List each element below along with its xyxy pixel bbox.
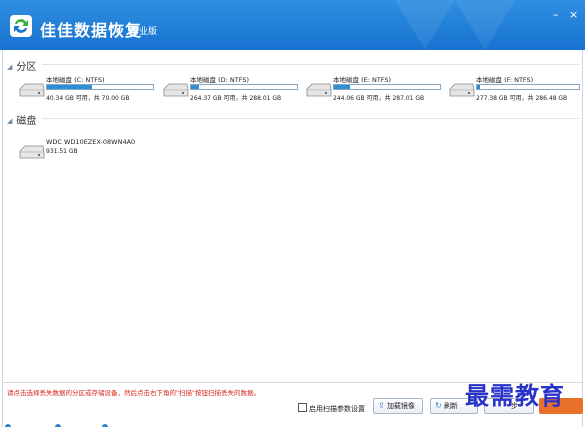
- title-bar: 佳佳数据恢复 专业版 – ×: [0, 0, 585, 50]
- disks-section-title: 磁盘: [16, 116, 37, 127]
- hard-drive-icon: [19, 145, 45, 159]
- partition-label: 本地磁盘 (C: NTFS): [46, 76, 105, 84]
- load-image-label: 加载镜像: [386, 402, 415, 410]
- hard-drive-icon: [163, 83, 189, 97]
- partition-e[interactable]: 本地磁盘 (E: NTFS) 244.06 GB 可用，共 287.01 GB: [305, 74, 455, 108]
- close-button[interactable]: ×: [569, 9, 578, 20]
- partition-label: 本地磁盘 (D: NTFS): [190, 76, 249, 84]
- partition-capacity: 244.06 GB 可用，共 287.01 GB: [333, 95, 425, 102]
- collapse-arrow-icon[interactable]: ◢: [7, 117, 12, 125]
- titlebar-decoration: [395, 0, 455, 50]
- usage-bar: [333, 84, 441, 90]
- usage-bar-fill: [334, 85, 350, 89]
- refresh-icon: ↻: [435, 401, 442, 410]
- usage-bar: [46, 84, 154, 90]
- disk-wdc[interactable]: WDC WD10EZEX-08WN4A0 931.51 GB: [18, 136, 168, 170]
- titlebar-decoration: [455, 0, 515, 50]
- status-strip: [5, 424, 108, 427]
- instruction-hint: 请点击选择丢失数据的分区或存储设备，然后点击右下角的"扫描"按钮扫描丢失的数据。: [7, 389, 260, 397]
- partition-f[interactable]: 本地磁盘 (F: NTFS) 277.38 GB 可用，共 286.48 GB: [448, 74, 584, 108]
- app-title: 佳佳数据恢复: [40, 21, 143, 40]
- hard-drive-icon: [449, 83, 475, 97]
- upload-icon: ⇪: [378, 401, 385, 410]
- watermark: 最需教育: [465, 381, 565, 410]
- partition-capacity: 277.38 GB 可用，共 286.48 GB: [476, 95, 568, 102]
- usage-bar-fill: [477, 85, 481, 89]
- disk-capacity: 931.51 GB: [46, 148, 78, 155]
- partition-label: 本地磁盘 (F: NTFS): [476, 76, 534, 84]
- usage-bar-fill: [191, 85, 200, 89]
- minimize-button[interactable]: –: [553, 9, 559, 20]
- scan-settings-checkbox[interactable]: 启用扫描参数设置: [298, 403, 365, 414]
- partition-label: 本地磁盘 (E: NTFS): [333, 76, 392, 84]
- partition-d[interactable]: 本地磁盘 (D: NTFS) 264.37 GB 可用，共 288.01 GB: [162, 74, 312, 108]
- usage-bar-fill: [47, 85, 92, 89]
- section-divider: [42, 64, 580, 65]
- partition-c[interactable]: 本地磁盘 (C: NTFS) 40.34 GB 可用，共 70.00 GB: [18, 74, 168, 108]
- usage-bar: [476, 84, 580, 90]
- disks-section-header[interactable]: ◢ 磁盘: [7, 112, 36, 127]
- section-divider: [42, 118, 580, 119]
- usage-bar: [190, 84, 298, 90]
- edition-label: 专业版: [130, 27, 158, 37]
- partitions-section-title: 分区: [16, 62, 37, 73]
- load-image-button[interactable]: ⇪ 加载镜像: [373, 398, 423, 414]
- partition-capacity: 264.37 GB 可用，共 288.01 GB: [190, 95, 282, 102]
- checkbox-box[interactable]: [298, 403, 307, 412]
- scan-settings-label: 启用扫描参数设置: [309, 405, 365, 413]
- collapse-arrow-icon[interactable]: ◢: [7, 63, 12, 71]
- disk-label: WDC WD10EZEX-08WN4A0: [46, 138, 136, 146]
- partitions-section-header[interactable]: ◢ 分区: [7, 58, 36, 73]
- hard-drive-icon: [19, 83, 45, 97]
- hard-drive-icon: [306, 83, 332, 97]
- refresh-label: 刷新: [443, 402, 458, 410]
- partition-capacity: 40.34 GB 可用，共 70.00 GB: [46, 95, 130, 102]
- app-logo-icon: [10, 15, 32, 37]
